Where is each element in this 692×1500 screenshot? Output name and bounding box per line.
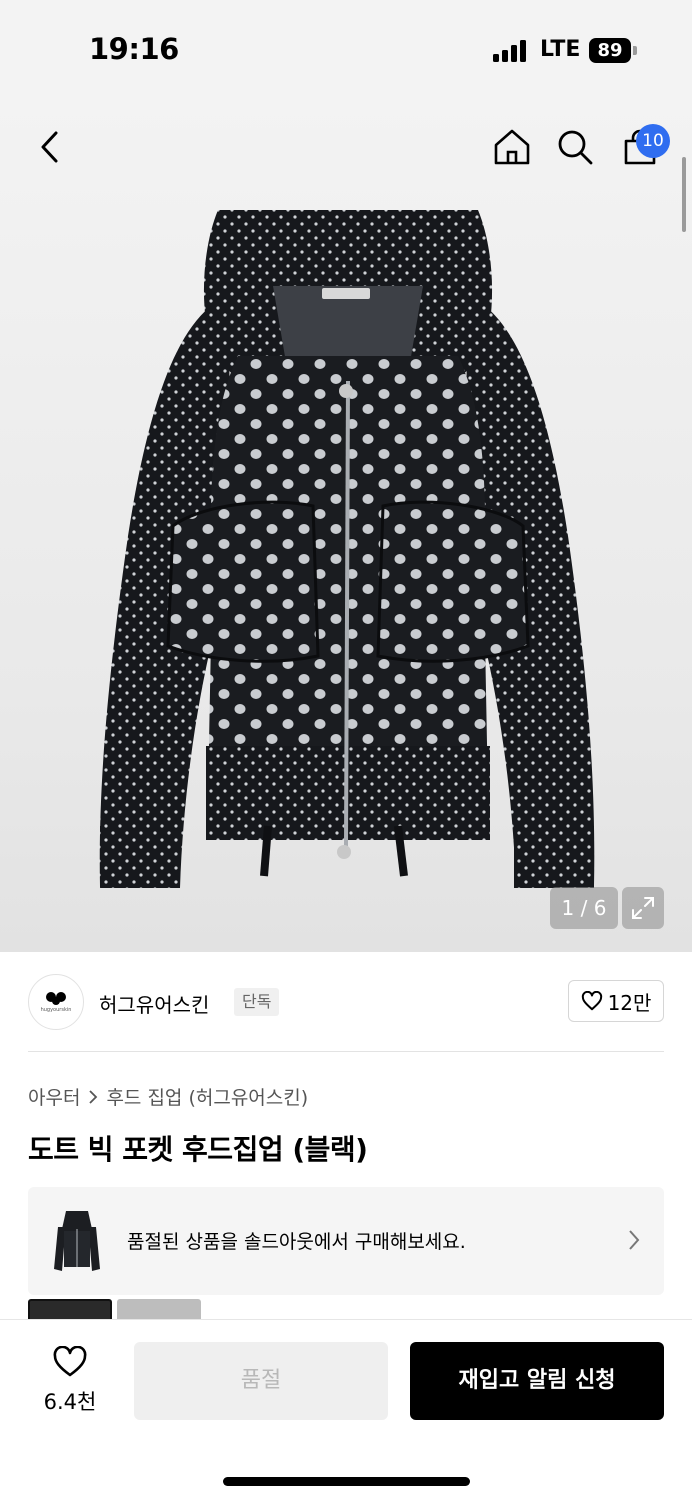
heart-icon: [53, 1345, 87, 1377]
expand-button[interactable]: [622, 887, 664, 929]
soldout-thumbnail: [48, 1207, 106, 1275]
exclusive-badge: 단독: [234, 988, 280, 1016]
battery-tip: [633, 46, 637, 55]
bottom-action-bar: 6.4천 품절 재입고 알림 신청: [0, 1319, 692, 1500]
breadcrumb-category[interactable]: 아우터: [28, 1083, 80, 1110]
brand-name[interactable]: 허그유어스킨: [99, 989, 209, 1018]
wishlist-count: 6.4천: [43, 1390, 97, 1414]
brand-logo[interactable]: hugyourskin: [28, 974, 84, 1030]
home-indicator[interactable]: [223, 1477, 470, 1486]
home-icon: [494, 129, 530, 165]
brand-row: hugyourskin 허그유어스킨 단독 12만: [28, 974, 664, 1030]
battery-icon: 89: [589, 38, 631, 63]
search-button[interactable]: [553, 125, 597, 169]
product-title: 도트 빅 포켓 후드집업 (블랙): [28, 1133, 368, 1166]
cart-count-badge: 10: [636, 124, 670, 158]
soldout-button: 품절: [134, 1342, 388, 1420]
breadcrumb: 아우터 후드 집업 (허그유어스킨): [28, 1083, 308, 1110]
brand-like-button[interactable]: 12만: [568, 980, 664, 1022]
back-icon: [41, 131, 58, 163]
status-time: 19:16: [89, 32, 179, 66]
product-image-gallery[interactable]: 1 / 6: [0, 100, 692, 952]
chevron-right-icon: [89, 1089, 98, 1104]
brand-mark-icon: [46, 992, 66, 1005]
brand-like-count: 12만: [607, 990, 652, 1015]
breadcrumb-subcategory[interactable]: 후드 집업 (허그유어스킨): [106, 1083, 308, 1110]
search-icon: [558, 130, 593, 165]
restock-alert-button[interactable]: 재입고 알림 신청: [410, 1342, 664, 1420]
product-photo: [99, 210, 595, 888]
soldout-banner-text: 품절된 상품을 솔드아웃에서 구매해보세요.: [127, 1231, 466, 1253]
wishlist-button[interactable]: 6.4천: [30, 1345, 110, 1416]
back-button[interactable]: [28, 125, 72, 169]
soldout-banner[interactable]: 품절된 상품을 솔드아웃에서 구매해보세요.: [28, 1187, 664, 1295]
status-bar: 19:16 LTE 89: [0, 0, 692, 100]
home-button[interactable]: [490, 125, 534, 169]
network-label: LTE: [540, 37, 581, 62]
brand-logo-text: hugyourskin: [40, 1007, 72, 1013]
expand-icon: [632, 897, 654, 919]
signal-icon: [493, 40, 529, 62]
chevron-right-icon: [629, 1230, 640, 1250]
divider: [28, 1051, 664, 1052]
image-counter: 1 / 6: [550, 887, 618, 929]
heart-icon: [581, 991, 602, 1011]
scroll-indicator: [682, 157, 686, 232]
